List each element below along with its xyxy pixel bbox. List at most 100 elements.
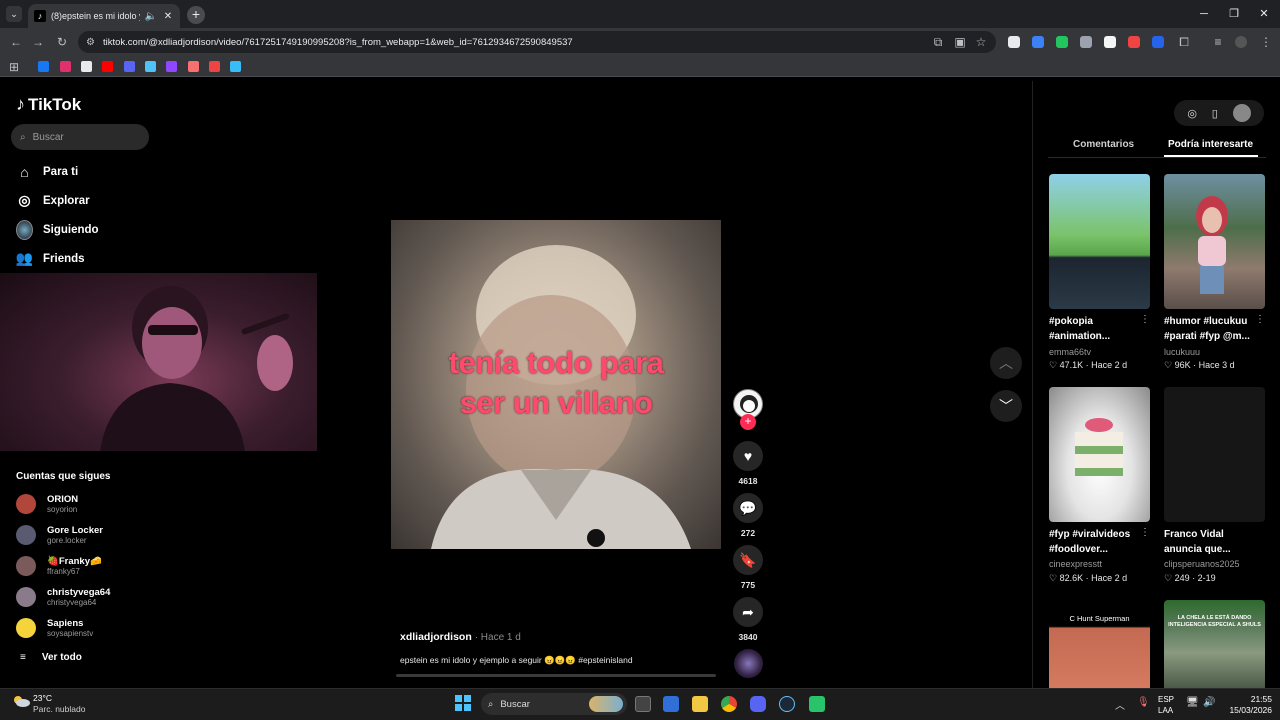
account-item-orion[interactable]: ORION soyorion [16, 494, 78, 514]
video-thumbnail[interactable] [1049, 174, 1150, 309]
user-avatar[interactable] [1232, 104, 1251, 122]
profile-avatar[interactable] [1235, 36, 1247, 48]
more-options-icon[interactable]: ⋮ [1140, 314, 1150, 325]
back-icon[interactable]: ← [8, 34, 24, 50]
minimize-icon[interactable]: ─ [1196, 6, 1212, 22]
video-thumbnail[interactable]: LA CHELA LE ESTÁ DANDO INTELIGENCIA ESPE… [1164, 600, 1265, 688]
extensions-puzzle-icon[interactable]: ⧠ [1176, 34, 1192, 50]
video-thumbnail[interactable]: C Hunt Superman [1049, 600, 1150, 688]
video-thumbnail[interactable] [1049, 387, 1150, 522]
bookmark-icon[interactable] [188, 61, 199, 72]
new-tab-button[interactable]: + [187, 6, 205, 24]
extension-icon[interactable] [1152, 36, 1164, 48]
next-video-button[interactable]: ﹀ [990, 390, 1022, 422]
account-item-christyvega64[interactable]: christyvega64 christyvega64 [16, 587, 110, 607]
language-indicator[interactable]: ESP LAA [1158, 694, 1174, 716]
chevron-up-icon[interactable]: ︿ [1115, 697, 1125, 712]
instagram-bookmark-icon[interactable] [60, 61, 71, 72]
phone-icon[interactable]: ▯ [1212, 107, 1218, 120]
video-progress-bar[interactable] [396, 674, 716, 677]
file-explorer-icon[interactable] [692, 696, 708, 712]
follow-plus-button[interactable]: + [740, 414, 756, 430]
card-user[interactable]: lucukuuu [1164, 347, 1200, 357]
address-bar[interactable]: ⚙ tiktok.com/@xdliadjordison/video/76172… [78, 31, 996, 53]
clock[interactable]: 21:55 15/03/2026 [1222, 694, 1272, 716]
menu-dots-icon[interactable]: ⋮ [1258, 34, 1274, 50]
extension-icon[interactable] [1080, 36, 1092, 48]
extension-icon[interactable] [1008, 36, 1020, 48]
bookmark-icon[interactable] [145, 61, 156, 72]
see-all-link[interactable]: ≡ Ver todo [20, 652, 82, 663]
avatar-icon [16, 219, 33, 240]
extension-icon[interactable] [1032, 36, 1044, 48]
like-button[interactable]: ♥ [733, 441, 763, 471]
extension-icon[interactable] [1056, 36, 1068, 48]
forward-icon[interactable]: → [30, 34, 46, 50]
tab-podria-interesarte[interactable]: Podría interesarte [1168, 139, 1253, 150]
close-window-icon[interactable]: ✕ [1256, 6, 1272, 22]
video-thumbnail[interactable] [1164, 174, 1265, 309]
card-user[interactable]: clipsperuanos2025 [1164, 559, 1240, 569]
bookmark-icon[interactable] [230, 61, 241, 72]
account-item-gore-locker[interactable]: Gore Locker gore.locker [16, 525, 103, 545]
card-title[interactable]: #humor #lucukuu #parati #fyp @m... [1164, 314, 1259, 344]
nav-item-siguiendo[interactable]: Siguiendo [16, 219, 99, 240]
windows-start-icon[interactable] [455, 695, 471, 711]
tiktok-logo[interactable]: ♪ TikTok [16, 94, 81, 115]
site-info-icon[interactable]: ⚙ [86, 37, 95, 48]
app-icon[interactable] [809, 696, 825, 712]
install-icon[interactable]: ▣ [952, 34, 968, 50]
extension-icon[interactable] [1104, 36, 1116, 48]
volume-icon[interactable]: 🔊 [1203, 697, 1215, 708]
comment-button[interactable]: 💬 [733, 493, 763, 523]
account-item-franky[interactable]: 🍓Franky🧀 ffranky67 [16, 556, 102, 576]
tab-search-button[interactable]: ⌄ [6, 6, 22, 22]
maximize-icon[interactable]: ❐ [1226, 6, 1242, 22]
video-author[interactable]: xdliadjordison · Hace 1 d [400, 631, 521, 643]
tab-comentarios[interactable]: Comentarios [1073, 139, 1134, 150]
task-view-icon[interactable] [635, 696, 651, 712]
steam-icon[interactable] [779, 696, 795, 712]
card-title[interactable]: #pokopia #animation... [1049, 314, 1144, 344]
card-title[interactable]: #fyp #viralvideos #foodlover... [1049, 527, 1144, 557]
video-thumbnail[interactable] [1164, 387, 1265, 522]
store-icon[interactable] [663, 696, 679, 712]
compass-icon[interactable]: ◎ [1187, 107, 1197, 120]
card-user[interactable]: cineexpresstt [1049, 559, 1102, 569]
bookmark-icon[interactable] [209, 61, 220, 72]
discord-bookmark-icon[interactable] [124, 61, 135, 72]
twitch-bookmark-icon[interactable] [166, 61, 177, 72]
microphone-icon[interactable]: 🎙 [1137, 697, 1150, 708]
speaker-icon[interactable]: 🔈 [145, 10, 157, 22]
browser-tab[interactable]: ♪ (8)epstein es mi idolo y ejem 🔈 ✕ [28, 4, 180, 28]
youtube-bookmark-icon[interactable] [102, 61, 113, 72]
nav-item-para-ti[interactable]: ⌂ Para ti [16, 163, 78, 180]
chrome-icon[interactable] [721, 696, 737, 712]
network-icon[interactable]: 🖥 [1186, 697, 1199, 708]
card-title[interactable]: Franco Vidal anuncia que... [1164, 527, 1259, 557]
apps-grid-icon[interactable]: ⊞ [6, 59, 22, 75]
share-button[interactable]: ➦ [733, 597, 763, 627]
previous-video-button[interactable]: ︿ [990, 347, 1022, 379]
save-button[interactable]: 🔖 [733, 545, 763, 575]
discord-icon[interactable] [750, 696, 766, 712]
extension-icon[interactable] [1128, 36, 1140, 48]
reading-list-icon[interactable]: ≡ [1210, 34, 1226, 50]
card-user[interactable]: emma66tv [1049, 347, 1091, 357]
bookmark-star-icon[interactable]: ☆ [973, 34, 989, 50]
author-name[interactable]: xdliadjordison [400, 631, 472, 643]
reload-icon[interactable]: ↻ [54, 34, 70, 50]
more-options-icon[interactable]: ⋮ [1255, 314, 1265, 325]
nav-item-explorar[interactable]: ◎ Explorar [16, 192, 89, 209]
search-input[interactable]: ⌕ Buscar [11, 124, 149, 150]
close-tab-icon[interactable]: ✕ [162, 10, 174, 22]
taskbar-search[interactable]: ⌕ Buscar [481, 693, 627, 715]
facebook-bookmark-icon[interactable] [38, 61, 49, 72]
account-item-sapiens[interactable]: Sapiens soysapienstv [16, 618, 93, 638]
nav-item-friends[interactable]: 👥 Friends [16, 250, 85, 267]
music-disc-icon[interactable] [734, 649, 763, 678]
more-options-icon[interactable]: ⋮ [1140, 527, 1150, 538]
translate-icon[interactable]: ⧉ [930, 34, 946, 50]
weather-widget[interactable]: 23°C Parc. nublado [33, 693, 85, 715]
x-bookmark-icon[interactable] [81, 61, 92, 72]
